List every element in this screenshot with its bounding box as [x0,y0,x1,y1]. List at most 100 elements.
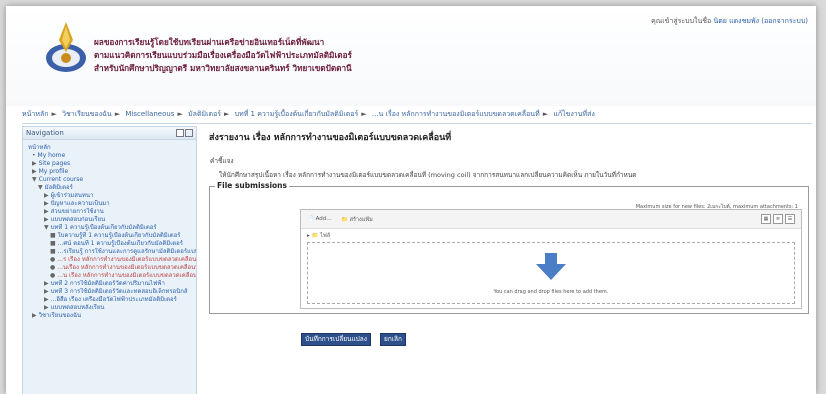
site-title: ผลของการเรียนรู้โดยใช้บทเรียนผ่านเครือข่… [94,36,454,75]
nav-item[interactable]: ● ...ร เรื่อง หลักการทำงานของมิเตอร์แบบขด… [26,256,196,264]
nav-item-label: บทที่ 1 ความรู้เบื้องต้นเกี่ยวกับมัลติมิ… [50,224,157,231]
login-info: คุณเข้าสู่ระบบในชื่อ นิตย แดงชมพัง (ออกจ… [651,16,808,27]
nav-item[interactable]: ▶ แบบทดสอบก่อนเรียน [26,216,196,224]
nav-item-label: ...รเรียนรู้ การใช้งานและการดูแลรักษามัล… [57,248,196,255]
breadcrumb-category[interactable]: Miscellaneous [125,110,174,118]
form-buttons: บันทึกการเปลี่ยนแปลง ยกเลิก [301,326,410,346]
nav-item-label: ...น เรื่อง หลักการทำงานของมิเตอร์แบบขดล… [57,272,196,279]
nav-item[interactable]: • My home [26,152,196,160]
nav-item-label: My profile [38,168,69,175]
drop-zone-text: You can drag and drop files here to add … [493,289,609,295]
cancel-button[interactable]: ยกเลิก [380,333,406,346]
add-file-icon: 📄 [307,216,314,222]
nav-item[interactable]: ▶ ผู้เข้าร่วมสนทนา [26,192,196,200]
nav-item[interactable]: ▼ บทที่ 1 ความรู้เบื้องต้นเกี่ยวกับมัลติม… [26,224,196,232]
assignment-description: ให้นักศึกษาสรุปเนื้อหา เรื่อง หลักการทำง… [219,171,637,179]
nav-item[interactable]: ▼ มัลติมิเตอร์ [26,184,196,192]
nav-item[interactable]: ■ ใบความรู้ที่ 1 ความรู้เบื้องต้นเกี่ยวกั… [26,232,196,240]
add-file-label: Add... [315,216,332,222]
breadcrumb-my-courses[interactable]: วิชาเรียนของฉัน [62,110,112,118]
nav-marker-icon: ▶ [32,160,37,167]
add-file-button[interactable]: 📄 Add... [307,216,332,222]
nav-marker-icon: ▶ [44,288,49,295]
nav-item-label: วิชาเรียนของฉัน [38,312,82,319]
navigation-header: Navigation [23,127,196,140]
dock-icon[interactable] [176,129,184,137]
nav-marker-icon: ● [50,256,56,263]
fieldset-legend: File submissions [215,181,289,190]
navigation-block: Navigation หน้าหลัก • My home ▶ Site pages ▶ M… [22,126,197,394]
login-text: คุณเข้าสู่ระบบในชื่อ [651,17,712,25]
nav-item[interactable]: ▼ Current course [26,176,196,184]
navigation-title: Navigation [26,129,64,137]
file-picker: 📄 Add... 📁 สร้างแฟ้ม ▦ ≡ ☰ ▸ 📁 ไฟล์ You ca… [300,209,802,309]
nav-item[interactable]: ▶ วิชาเรียนของฉัน [26,312,196,320]
path-label[interactable]: ไฟล์ [320,233,330,239]
navigation-tree: หน้าหลัก • My home ▶ Site pages ▶ My profile ▼ C… [23,140,196,320]
breadcrumb-current: แก้ไขงานที่ส่ง [553,110,595,118]
breadcrumb-separator-icon: ► [51,110,57,118]
collapse-icon[interactable] [185,129,193,137]
save-changes-button[interactable]: บันทึกการเปลี่ยนแปลง [301,333,371,346]
file-picker-toolbar: 📄 Add... 📁 สร้างแฟ้ม ▦ ≡ ☰ [301,210,801,229]
breadcrumb-separator-icon: ► [361,110,367,118]
description-label: คำชี้แจง [210,157,234,165]
breadcrumb-activity[interactable]: ...น เรื่อง หลักการทำงานของมิเตอร์แบบขดล… [372,110,540,118]
nav-item[interactable]: ▶ ส่วนขยายการใช้งาน [26,208,196,216]
site-title-line-3: สำหรับนักศึกษาปริญญาตรี มหาวิทยาลัยสงขลา… [94,63,352,73]
nav-item-label: My home [37,152,66,159]
nav-item[interactable]: ● ...นเรื่อง หลักการทำงานของมิเตอร์แบบขดล… [26,264,196,272]
tree-view-icon[interactable]: ☰ [785,214,795,224]
breadcrumb-separator-icon: ► [114,110,121,118]
path-folder-icon: 📁 [311,233,319,239]
nav-item-label: ...ศน์ ตอนที่ 1 ความรู้เบื้องต้นเกี่ยวกั… [57,240,183,247]
nav-item[interactable]: ▶ Site pages [26,160,196,168]
nav-marker-icon: ■ [50,240,56,247]
nav-item[interactable]: ▶ ปัญหาและความเป็นมา [26,200,196,208]
login-user-link[interactable]: นิตย แดงชมพัง (ออกจากระบบ) [713,17,808,25]
university-logo [46,22,86,72]
nav-item-label: แบบทดสอบหลังเรียน [50,304,105,311]
nav-item[interactable]: ■ ...ศน์ ตอนที่ 1 ความรู้เบื้องต้นเกี่ยวก… [26,240,196,248]
nav-item[interactable]: ▶ My profile [26,168,196,176]
page: คุณเข้าสู่ระบบในชื่อ นิตย แดงชมพัง (ออกจ… [6,6,816,394]
nav-item[interactable]: ▶ ...อิสือ เรื่อง เครื่องมือวัดไฟฟ้าประเภ… [26,296,196,304]
nav-marker-icon: ▶ [44,280,49,287]
nav-marker-icon: ▼ [38,184,43,191]
nav-item-label: ...ร เรื่อง หลักการทำงานของมิเตอร์แบบขดล… [57,256,196,263]
breadcrumb-home[interactable]: หน้าหลัก [22,110,48,118]
nav-marker-icon: ▶ [44,192,49,199]
view-switcher: ▦ ≡ ☰ [759,214,795,224]
breadcrumb-section[interactable]: บทที่ 1 ความรู้เบื้องต้นเกี่ยวกับมัลติมิ… [235,110,359,118]
nav-marker-icon: ▼ [32,176,37,183]
nav-item[interactable]: ● ...น เรื่อง หลักการทำงานของมิเตอร์แบบขด… [26,272,196,280]
drop-zone[interactable]: You can drag and drop files here to add … [307,242,795,304]
breadcrumb-course[interactable]: มัลติมิเตอร์ [188,110,221,118]
nav-item-label: มัลติมิเตอร์ [44,184,73,191]
file-submissions-fieldset: File submissions Maximum size for new fi… [209,181,809,314]
nav-marker-icon: ▼ [44,224,49,231]
breadcrumb-separator-icon: ► [177,110,183,118]
nav-marker-icon: ■ [50,248,56,255]
nav-marker-icon: ▶ [32,168,37,175]
create-folder-label: สร้างแฟ้ม [349,217,373,223]
site-title-line-1: ผลของการเรียนรู้โดยใช้บทเรียนผ่านเครือข่… [94,37,325,47]
nav-item[interactable]: ▶ บทที่ 2 การใช้มัลติมิเตอร์วัดค่าปริมาณไ… [26,280,196,288]
nav-marker-icon: ● [50,272,56,279]
nav-item[interactable]: ▶ แบบทดสอบหลังเรียน [26,304,196,312]
nav-marker-icon: ▶ [44,304,49,311]
nav-marker-icon: ● [50,264,56,271]
main-content: ส่งรายงาน เรื่อง หลักการทำงานของมิเตอร์แ… [202,126,814,394]
drop-arrow-icon [536,253,566,280]
nav-item[interactable]: ■ ...รเรียนรู้ การใช้งานและการดูแลรักษามั… [26,248,196,256]
nav-item[interactable]: หน้าหลัก [26,144,196,152]
site-title-line-2: ตามแนวคิดการเรียนแบบร่วมมือเรื่องเครื่อง… [94,50,352,60]
file-picker-path: ▸ 📁 ไฟล์ [307,233,331,239]
nav-item-label: ผู้เข้าร่วมสนทนา [50,192,94,199]
list-view-icon[interactable]: ≡ [773,214,783,224]
create-folder-button[interactable]: 📁 สร้างแฟ้ม [341,216,373,224]
nav-item[interactable]: ▶ บทที่ 3 การใช้มัลติมิเตอร์วัดและทดสอบอิ… [26,288,196,296]
nav-item-label: ...นเรื่อง หลักการทำงานของมิเตอร์แบบขดลว… [57,264,196,271]
icon-view-icon[interactable]: ▦ [761,214,771,224]
folder-icon: 📁 [341,217,348,223]
